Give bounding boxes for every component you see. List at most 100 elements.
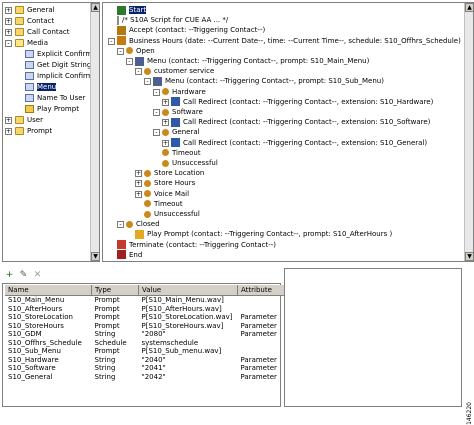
table-row[interactable]: S10_StoreHours Prompt P[S10_StoreHours.wav… bbox=[5, 322, 300, 331]
palette-item[interactable]: + Call Contact bbox=[5, 27, 70, 37]
script-step[interactable]: Timeout bbox=[162, 148, 201, 158]
palette-pane: + General + Contact + Call Contact - Media Expli… bbox=[2, 2, 100, 262]
script-step[interactable]: - Closed bbox=[117, 219, 160, 229]
scroll-up-button[interactable]: ▲ bbox=[91, 3, 99, 12]
branch-icon bbox=[162, 108, 169, 116]
script-step[interactable]: - Software bbox=[153, 107, 203, 117]
column-header-type[interactable]: Type bbox=[91, 285, 139, 296]
table-cell-name: S10_GDM bbox=[8, 330, 42, 338]
script-step[interactable]: Accept (contact: --Triggering Contact--) bbox=[117, 25, 265, 35]
script-step[interactable]: - Menu (contact: --Triggering Contact--, … bbox=[126, 56, 370, 66]
variables-toolbar: + ✎ ✕ bbox=[4, 269, 276, 283]
palette-item[interactable]: Play Prompt bbox=[25, 104, 79, 114]
scroll-up-button[interactable]: ▲ bbox=[465, 3, 473, 12]
delete-variable-button[interactable]: ✕ bbox=[32, 270, 43, 281]
expand-icon[interactable]: + bbox=[135, 190, 142, 198]
table-cell-type: Prompt bbox=[94, 304, 120, 313]
script-step[interactable]: - customer service bbox=[135, 66, 215, 76]
palette-item[interactable]: + Contact bbox=[5, 16, 54, 26]
table-row[interactable]: S10_Main_Menu Prompt P[S10_Main_Menu.wav] bbox=[5, 296, 300, 305]
palette-item[interactable]: Menu bbox=[25, 82, 57, 92]
table-cell-name: S10_StoreHours bbox=[8, 321, 64, 330]
column-header-name[interactable]: Name bbox=[5, 285, 92, 296]
edit-variable-button[interactable]: ✎ bbox=[18, 270, 29, 281]
collapse-icon[interactable]: - bbox=[117, 221, 124, 229]
add-variable-button[interactable]: + bbox=[4, 270, 15, 281]
branch-icon bbox=[144, 210, 151, 218]
table-row[interactable]: S10_Sub_Menu Prompt P[S10_Sub_menu.wav] bbox=[5, 347, 300, 356]
script-step[interactable]: - Business Hours (date: --Current Date--,… bbox=[108, 36, 461, 46]
script-step[interactable]: Terminate (contact: --Triggering Contact… bbox=[117, 240, 276, 250]
palette-item[interactable]: + User bbox=[5, 115, 43, 125]
palette-item[interactable]: Name To User bbox=[25, 93, 85, 103]
script-step[interactable]: + Voice Mail bbox=[135, 189, 189, 199]
expand-icon[interactable]: + bbox=[5, 18, 12, 25]
script-step-label: Business Hours (date: --Current Date--, … bbox=[129, 36, 461, 45]
expand-icon[interactable]: + bbox=[135, 170, 142, 178]
script-step[interactable]: Unsuccessful bbox=[162, 158, 218, 168]
collapse-icon[interactable]: - bbox=[153, 88, 160, 96]
script-step[interactable]: + Store Hours bbox=[135, 178, 195, 188]
menu-icon bbox=[135, 56, 144, 66]
table-row[interactable]: S10_GDM String "2080" Parameter bbox=[5, 330, 300, 339]
palette-item[interactable]: Implicit Confirmation bbox=[25, 71, 99, 81]
script-vertical-scrollbar[interactable]: ▲ ▼ bbox=[464, 3, 473, 261]
collapse-icon[interactable]: - bbox=[117, 47, 124, 55]
column-header-value[interactable]: Value bbox=[138, 285, 238, 296]
table-cell-type: String bbox=[94, 355, 116, 364]
palette-vertical-scrollbar[interactable]: ▲ ▼ bbox=[90, 3, 99, 261]
table-row[interactable]: S10_Software String "2041" Parameter bbox=[5, 364, 300, 373]
collapse-icon[interactable]: - bbox=[153, 109, 160, 116]
table-row[interactable]: S10_AfterHours Prompt P[S10_AfterHours.wav… bbox=[5, 305, 300, 314]
palette-item[interactable]: Get Digit String bbox=[25, 60, 91, 70]
scroll-down-button[interactable]: ▼ bbox=[91, 252, 99, 261]
collapse-icon[interactable]: - bbox=[135, 68, 142, 76]
expand-icon[interactable]: + bbox=[162, 119, 169, 127]
expand-icon[interactable]: + bbox=[162, 139, 169, 147]
palette-item[interactable]: + Prompt bbox=[5, 126, 52, 136]
expand-icon[interactable]: + bbox=[162, 98, 169, 106]
branch-icon bbox=[162, 88, 169, 96]
table-row[interactable]: S10_Offhrs_Schedule Schedule systemschedul… bbox=[5, 339, 300, 348]
palette-item[interactable]: Explicit Confirmation bbox=[25, 49, 99, 59]
expand-icon[interactable]: + bbox=[5, 117, 12, 124]
palette-item[interactable]: + General bbox=[5, 5, 55, 15]
script-step[interactable]: - General bbox=[153, 127, 200, 137]
script-step[interactable]: - Hardware bbox=[153, 87, 206, 97]
script-step-label: Menu (contact: --Triggering Contact--, p… bbox=[147, 57, 370, 65]
script-step[interactable]: Timeout bbox=[144, 199, 183, 209]
script-step[interactable]: - Open bbox=[117, 46, 155, 56]
expand-icon[interactable]: + bbox=[5, 128, 12, 135]
script-step[interactable]: + Store Location bbox=[135, 168, 204, 178]
palette-item[interactable]: - Media bbox=[5, 38, 48, 48]
scroll-down-button[interactable]: ▼ bbox=[465, 252, 473, 261]
script-step[interactable]: Unsuccessful bbox=[144, 209, 200, 219]
script-step[interactable]: + Call Redirect (contact: --Triggering Co… bbox=[162, 117, 430, 127]
script-step[interactable]: /* S10A Script for CUE AA ... */ bbox=[117, 15, 228, 25]
script-step[interactable]: + Call Redirect (contact: --Triggering Co… bbox=[162, 97, 433, 107]
script-step[interactable]: End bbox=[117, 250, 142, 260]
script-step[interactable]: Start bbox=[117, 5, 147, 15]
collapse-icon[interactable]: - bbox=[108, 37, 115, 45]
branch-icon bbox=[144, 67, 151, 75]
table-row[interactable]: S10_StoreLocation Prompt P[S10_StoreLocati… bbox=[5, 313, 300, 322]
expand-icon[interactable]: + bbox=[5, 29, 12, 36]
script-step-label: Hardware bbox=[172, 87, 206, 96]
collapse-icon[interactable]: - bbox=[153, 129, 160, 137]
folder-icon bbox=[15, 17, 24, 25]
expand-icon[interactable]: + bbox=[5, 7, 12, 14]
table-row[interactable]: S10_Hardware String "2040" Parameter bbox=[5, 356, 300, 365]
collapse-icon[interactable]: - bbox=[126, 58, 133, 65]
script-step[interactable]: + Call Redirect (contact: --Triggering Co… bbox=[162, 138, 427, 148]
script-step-label: customer service bbox=[154, 67, 215, 76]
collapse-icon[interactable]: - bbox=[5, 40, 12, 47]
table-cell-name: S10_General bbox=[8, 372, 53, 381]
table-row[interactable]: S10_General String "2042" Parameter bbox=[5, 373, 300, 382]
collapse-icon[interactable]: - bbox=[144, 78, 151, 86]
script-step[interactable]: - Menu (contact: --Triggering Contact--, … bbox=[144, 76, 384, 86]
redirect-icon bbox=[171, 97, 180, 107]
script-step[interactable]: Play Prompt (contact: --Triggering Conta… bbox=[135, 229, 392, 239]
folder-icon bbox=[15, 116, 24, 124]
expand-icon[interactable]: + bbox=[135, 180, 142, 188]
start-icon bbox=[117, 5, 126, 15]
